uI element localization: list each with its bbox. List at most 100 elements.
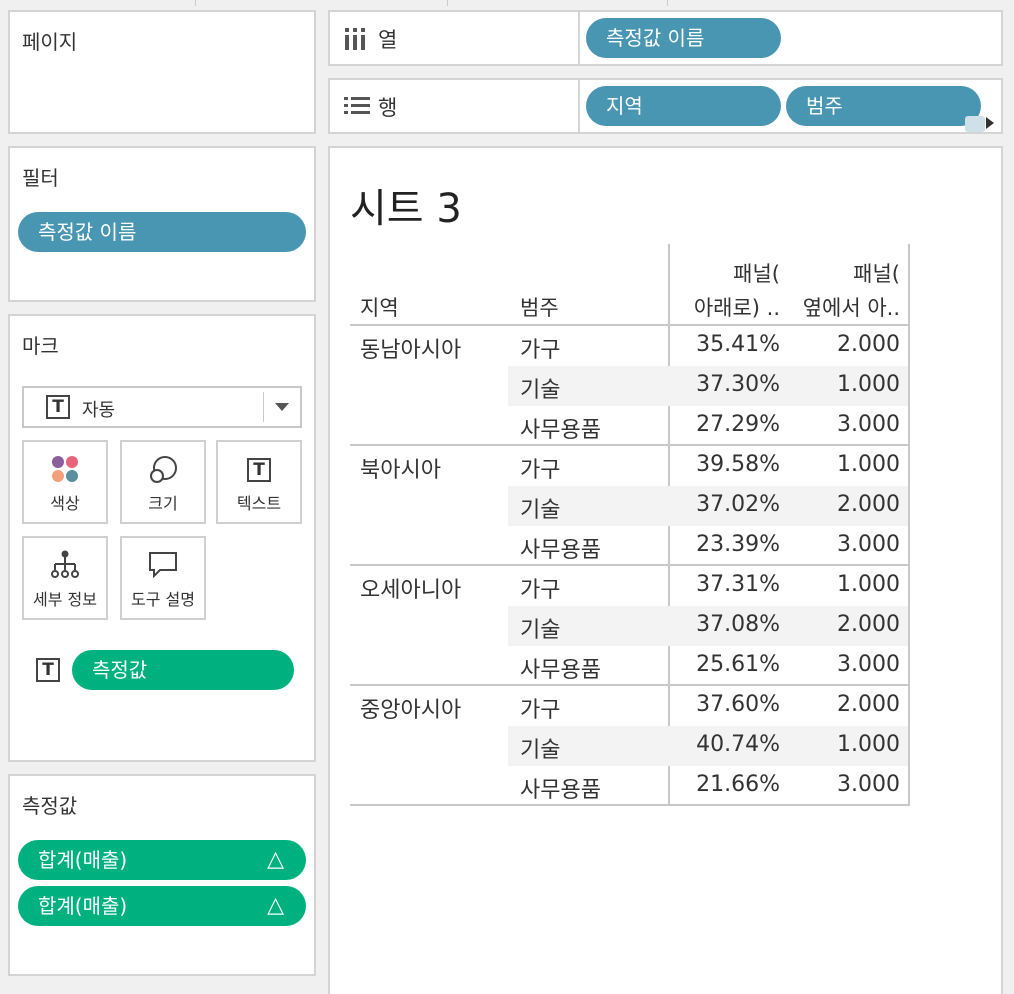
header-col2-line1: 패널( xyxy=(853,262,900,286)
measure-pill-label: 합계(매출) xyxy=(38,848,128,872)
rows-label: 행 xyxy=(378,96,398,120)
size-label: 크기 xyxy=(148,494,178,513)
rows-icon xyxy=(344,96,370,120)
color-label: 색상 xyxy=(50,494,80,513)
rank-value-cell: 2.000 xyxy=(837,492,900,517)
detail-button[interactable]: 세부 정보 xyxy=(22,536,108,620)
worksheet-view: 시트 3 지역 범주 패널(아래로) .. 패널(옆에서 아.. 동남아시아 가구 35.4… xyxy=(328,146,1003,994)
header-col1-line2: 아래로) .. xyxy=(693,296,780,320)
text-mark-icon: T xyxy=(46,395,70,419)
category-cell: 사무용품 xyxy=(520,658,601,683)
table-bottom-border xyxy=(350,804,910,806)
rows-shelf[interactable]: 행 지역 범주 xyxy=(328,78,1003,134)
percent-value-cell: 35.41% xyxy=(696,332,780,357)
rank-value-cell: 1.000 xyxy=(837,572,900,597)
text-icon: T xyxy=(247,458,271,482)
rank-value-cell: 3.000 xyxy=(837,652,900,677)
filter-pill-measure-names[interactable]: 측정값 이름 xyxy=(18,212,306,252)
region-header-cell: 중앙아시아 xyxy=(360,698,462,723)
category-cell: 기술 xyxy=(520,618,561,643)
measure-pill-label: 합계(매출) xyxy=(38,894,128,918)
detail-label: 세부 정보 xyxy=(33,590,97,609)
rank-value-cell: 2.000 xyxy=(837,692,900,717)
percent-value-cell: 37.30% xyxy=(696,372,780,397)
text-button[interactable]: T 텍스트 xyxy=(216,440,302,524)
group-separator xyxy=(350,684,910,686)
category-cell: 가구 xyxy=(520,458,561,483)
header-region: 지역 xyxy=(360,296,399,320)
measure-values-shelf[interactable]: 측정값 합계(매출) △ 합계(매출) △ xyxy=(8,774,316,976)
tooltip-label: 도구 설명 xyxy=(131,590,195,609)
table-calc-delta-icon: △ xyxy=(267,847,284,872)
percent-value-cell: 39.58% xyxy=(696,452,780,477)
pages-shelf[interactable]: 페이지 xyxy=(8,10,316,134)
category-cell: 기술 xyxy=(520,498,561,523)
tooltip-button[interactable]: 도구 설명 xyxy=(120,536,206,620)
filters-shelf[interactable]: 필터 측정값 이름 xyxy=(8,146,316,302)
text-label: 텍스트 xyxy=(236,494,282,513)
columns-divider xyxy=(578,12,580,64)
rank-value-cell: 1.000 xyxy=(837,732,900,757)
percent-value-cell: 37.08% xyxy=(696,612,780,637)
percent-value-cell: 25.61% xyxy=(696,652,780,677)
rows-pill-category[interactable]: 범주 xyxy=(786,86,981,126)
rank-value-cell: 1.000 xyxy=(837,452,900,477)
group-separator xyxy=(350,324,910,326)
shelf-scroll-arrow-icon[interactable] xyxy=(953,114,999,132)
rank-value-cell: 3.000 xyxy=(837,412,900,437)
category-cell: 기술 xyxy=(520,738,561,763)
header-col2-line2: 옆에서 아.. xyxy=(802,296,900,320)
region-header-cell: 동남아시아 xyxy=(360,338,462,363)
table-right-edge xyxy=(908,244,910,806)
size-icon xyxy=(147,454,179,490)
top-toolbar-strip xyxy=(0,0,1014,6)
percent-value-cell: 37.31% xyxy=(696,572,780,597)
category-cell: 사무용품 xyxy=(520,418,601,443)
header-col1-line1: 패널( xyxy=(733,262,780,286)
marks-title: 마크 xyxy=(22,334,59,358)
sheet-title: 시트 3 xyxy=(350,186,462,232)
category-cell: 사무용품 xyxy=(520,538,601,563)
rows-divider xyxy=(578,80,580,132)
header-category: 범주 xyxy=(520,296,559,320)
region-header-cell: 오세아니아 xyxy=(360,578,462,603)
columns-shelf[interactable]: 열 측정값 이름 xyxy=(328,10,1003,66)
group-separator xyxy=(350,444,910,446)
columns-icon xyxy=(344,28,366,54)
chevron-down-icon xyxy=(275,403,289,411)
table-calc-delta-icon: △ xyxy=(267,893,284,918)
category-cell: 사무용품 xyxy=(520,778,601,803)
group-separator xyxy=(350,564,910,566)
rank-value-cell: 2.000 xyxy=(837,612,900,637)
pages-title: 페이지 xyxy=(22,30,78,54)
color-palette-icon xyxy=(50,454,80,488)
category-cell: 가구 xyxy=(520,698,561,723)
text-encoding-icon: T xyxy=(36,658,60,682)
detail-hierarchy-icon xyxy=(50,550,80,584)
filters-title: 필터 xyxy=(22,166,59,190)
mark-type-dropdown[interactable]: T 자동 xyxy=(22,386,302,428)
color-button[interactable]: 색상 xyxy=(22,440,108,524)
mark-type-label: 자동 xyxy=(82,400,116,421)
columns-label: 열 xyxy=(378,28,398,52)
measure-pill-sum-sales-2[interactable]: 합계(매출) △ xyxy=(18,886,306,926)
category-cell: 가구 xyxy=(520,338,561,363)
rank-value-cell: 2.000 xyxy=(837,332,900,357)
percent-value-cell: 40.74% xyxy=(696,732,780,757)
size-button[interactable]: 크기 xyxy=(120,440,206,524)
rank-value-cell: 3.000 xyxy=(837,772,900,797)
percent-value-cell: 27.29% xyxy=(696,412,780,437)
text-encoding-pill[interactable]: 측정값 xyxy=(72,650,294,690)
rank-value-cell: 1.000 xyxy=(837,372,900,397)
region-header-cell: 북아시아 xyxy=(360,458,441,483)
tooltip-speech-icon xyxy=(147,550,179,584)
percent-value-cell: 23.39% xyxy=(696,532,780,557)
rows-pill-region[interactable]: 지역 xyxy=(586,86,781,126)
percent-value-cell: 21.66% xyxy=(696,772,780,797)
category-cell: 기술 xyxy=(520,378,561,403)
category-cell: 가구 xyxy=(520,578,561,603)
measure-pill-sum-sales-1[interactable]: 합계(매출) △ xyxy=(18,840,306,880)
columns-pill-measure-names[interactable]: 측정값 이름 xyxy=(586,18,781,58)
measure-values-title: 측정값 xyxy=(22,794,78,818)
rank-value-cell: 3.000 xyxy=(837,532,900,557)
